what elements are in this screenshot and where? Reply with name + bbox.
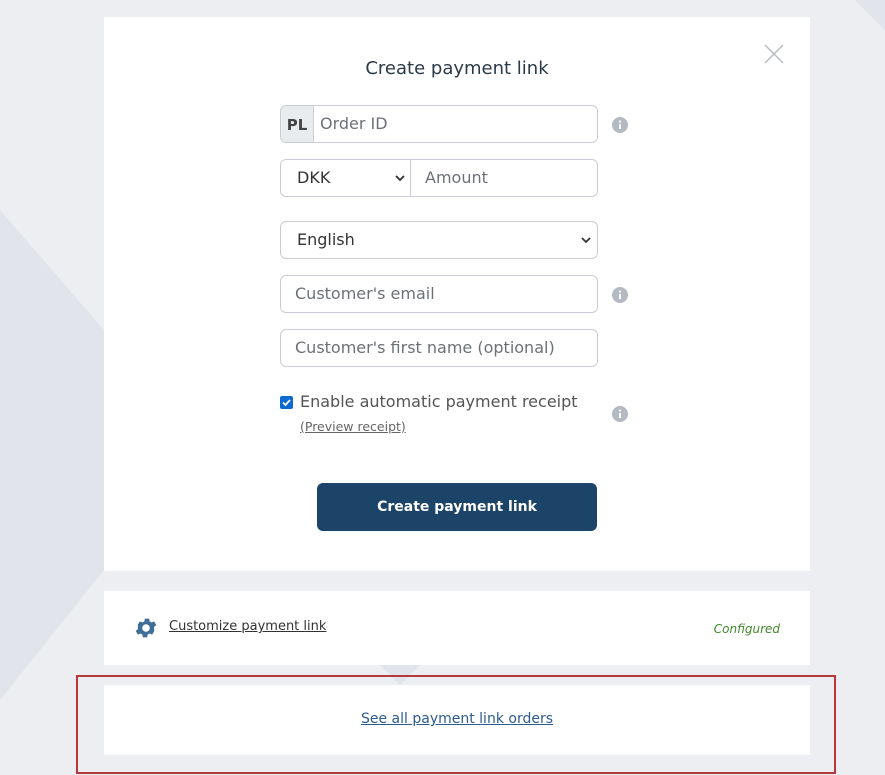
receipt-checkbox-label[interactable]: Enable automatic payment receipt: [300, 392, 578, 411]
info-icon[interactable]: [612, 287, 628, 303]
currency-select[interactable]: DKK: [280, 159, 411, 197]
preview-receipt-link[interactable]: (Preview receipt): [300, 419, 406, 434]
info-icon[interactable]: [612, 406, 628, 422]
gear-icon[interactable]: [133, 615, 159, 641]
order-id-placeholder: Order ID: [320, 114, 388, 133]
info-icon[interactable]: [612, 117, 628, 133]
chevron-down-icon: [395, 175, 405, 182]
customer-first-name-input[interactable]: Customer's first name (optional): [280, 329, 598, 367]
dialog-title: Create payment link: [365, 58, 549, 79]
payment-link-orders-panel: See all payment link orders: [104, 685, 810, 755]
language-select[interactable]: English: [280, 221, 598, 259]
language-value: English: [297, 230, 355, 249]
order-id-field[interactable]: PL Order ID: [280, 105, 598, 143]
customer-email-input[interactable]: Customer's email: [280, 275, 598, 313]
customize-payment-link-panel: Customize payment link Configured: [104, 591, 810, 665]
currency-value: DKK: [297, 168, 331, 187]
customer-first-name-placeholder: Customer's first name (optional): [295, 338, 555, 357]
chevron-down-icon: [581, 237, 591, 244]
check-icon: [282, 399, 291, 407]
see-all-orders-link[interactable]: See all payment link orders: [104, 711, 810, 727]
create-payment-link-dialog: Create payment link PL Order ID DKK Amou…: [104, 17, 810, 571]
configured-status: Configured: [713, 622, 780, 636]
order-prefix: PL: [281, 106, 314, 142]
create-payment-link-button[interactable]: Create payment link: [317, 483, 597, 531]
amount-placeholder: Amount: [425, 168, 488, 187]
customize-payment-link[interactable]: Customize payment link: [169, 619, 326, 634]
customer-email-placeholder: Customer's email: [295, 284, 435, 303]
receipt-checkbox[interactable]: [280, 396, 293, 409]
amount-input[interactable]: Amount: [410, 159, 598, 197]
